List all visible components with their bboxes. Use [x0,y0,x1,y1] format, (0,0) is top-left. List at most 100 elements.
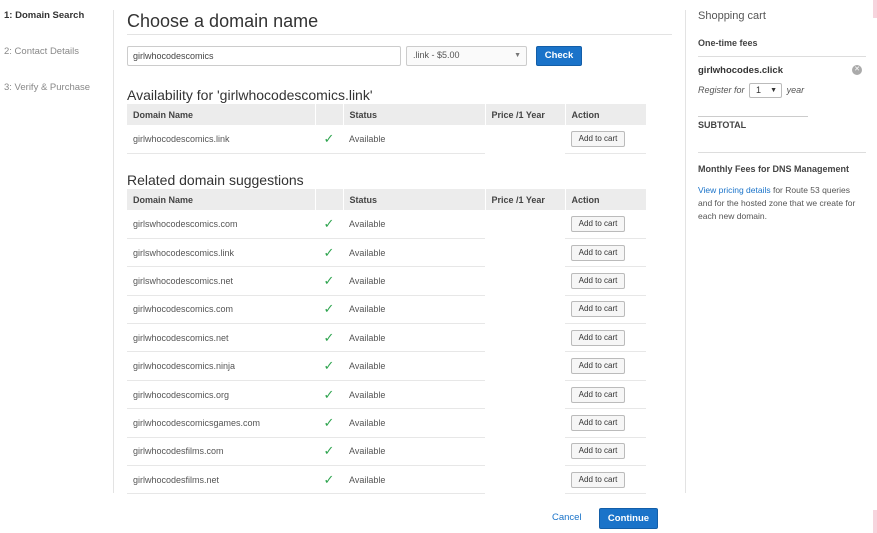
status-text: Available [343,125,485,154]
add-to-cart-button[interactable]: Add to cart [571,471,625,488]
tld-select[interactable]: .link - $5.00 ▼ [406,46,527,66]
check-button[interactable]: Check [536,46,582,66]
remove-icon[interactable]: ✕ [852,65,862,75]
table-row: girlwhocodesfilms.com ✓ Available Add to… [127,437,646,467]
status-text: Available [343,351,485,381]
step-domain-search[interactable]: 1: Domain Search [4,10,114,46]
add-to-cart-button[interactable]: Add to cart [571,386,625,403]
step-verify-purchase[interactable]: 3: Verify & Purchase [4,82,114,118]
tld-select-value: .link - $5.00 [413,50,460,60]
availability-cell: ✓ [315,408,343,438]
price-cell [485,267,565,295]
price-cell [485,380,565,408]
subtotal-label: SUBTOTAL [698,120,747,130]
add-to-cart-button[interactable]: Add to cart [571,301,625,318]
col-price: Price /1 Year [485,189,566,210]
domain-name: girlwhocodesfilms.net [127,465,315,495]
status-text: Available [343,210,485,239]
table-row: girlwhocodescomics.ninja ✓ Available Add… [127,351,646,381]
col-domain-name: Domain Name [127,104,316,125]
year-label: year [786,85,805,95]
chevron-down-icon: ▼ [770,87,778,95]
search-row: .link - $5.00 ▼ Check [127,46,672,66]
domain-name: girlwhocodescomics.link [127,125,315,154]
price-cell [485,295,565,323]
checkmark-icon: ✓ [323,130,335,146]
domain-name: girlwhocodesfilms.com [127,437,315,467]
price-cell [485,324,565,352]
left-divider [113,10,114,493]
action-cell: Add to cart [565,238,646,268]
table-row: girlswhocodescomics.link ✓ Available Add… [127,238,646,268]
col-status: Status [343,189,486,210]
checkmark-icon: ✓ [323,301,335,317]
action-cell: Add to cart [565,408,646,438]
availability-cell: ✓ [315,323,343,353]
add-to-cart-button[interactable]: Add to cart [571,130,625,147]
status-text: Available [343,323,485,353]
cancel-button[interactable]: Cancel [552,512,582,523]
availability-cell: ✓ [315,351,343,381]
add-to-cart-button[interactable]: Add to cart [571,329,625,346]
price-cell [485,125,565,153]
status-text: Available [343,380,485,410]
register-for-label: Register for [698,85,745,95]
cart-title: Shopping cart [698,10,766,22]
availability-table: Domain Name Status Price /1 Year Action … [127,104,647,154]
step-contact-details[interactable]: 2: Contact Details [4,46,114,82]
checkmark-icon: ✓ [323,443,335,459]
domain-name: girlwhocodescomics.org [127,380,315,410]
table-row: girlswhocodescomics.net ✓ Available Add … [127,266,646,296]
action-cell: Add to cart [565,323,646,353]
monthly-fees-text: View pricing details for Route 53 querie… [698,184,866,223]
monthly-fees-title: Monthly Fees for DNS Management [698,164,850,174]
checkmark-icon: ✓ [323,471,335,487]
action-cell: Add to cart [565,437,646,467]
add-to-cart-button[interactable]: Add to cart [571,443,625,460]
status-text: Available [343,408,485,438]
page-title: Choose a domain name [127,11,319,31]
availability-cell: ✓ [315,210,343,239]
col-check [315,189,344,210]
action-cell: Add to cart [565,125,646,154]
action-cell: Add to cart [565,380,646,410]
domain-name: girlwhocodescomics.com [127,295,315,325]
wizard-steps: 1: Domain Search 2: Contact Details 3: V… [4,10,114,118]
col-action: Action [565,189,647,210]
add-to-cart-button[interactable]: Add to cart [571,358,625,375]
action-cell: Add to cart [565,266,646,296]
status-text: Available [343,465,485,495]
availability-cell: ✓ [315,295,343,325]
add-to-cart-button[interactable]: Add to cart [571,414,625,431]
checkmark-icon: ✓ [323,329,335,345]
continue-button[interactable]: Continue [599,508,658,529]
domain-name: girlwhocodescomics.ninja [127,351,315,381]
col-check [315,104,344,125]
domain-name: girlswhocodescomics.link [127,238,315,268]
checkmark-icon: ✓ [323,414,335,430]
price-cell [485,437,565,465]
cart-divider [698,152,866,153]
domain-name: girlwhocodescomicsgames.com [127,408,315,438]
add-to-cart-button[interactable]: Add to cart [571,215,625,232]
add-to-cart-button[interactable]: Add to cart [571,272,625,289]
checkmark-icon: ✓ [323,244,335,260]
suggestions-title: Related domain suggestions [127,172,304,188]
main-content: Choose a domain name .link - $5.00 ▼ Che… [127,10,672,495]
col-domain-name: Domain Name [127,189,316,210]
domain-name: girlswhocodescomics.net [127,266,315,296]
checkmark-icon: ✓ [323,358,335,374]
col-price: Price /1 Year [485,104,566,125]
domain-search-input[interactable] [127,46,401,66]
view-pricing-link[interactable]: View pricing details [698,185,771,195]
status-text: Available [343,295,485,325]
suggestions-header-row: Domain Name Status Price /1 Year Action [127,189,647,210]
action-cell: Add to cart [565,351,646,381]
years-select[interactable]: 1 ▼ [749,83,783,99]
table-row: girlwhocodescomics.net ✓ Available Add t… [127,323,646,353]
table-row: girlwhocodescomics.org ✓ Available Add t… [127,380,646,410]
price-cell [485,409,565,437]
add-to-cart-button[interactable]: Add to cart [571,244,625,261]
price-cell [485,210,565,238]
status-text: Available [343,437,485,467]
